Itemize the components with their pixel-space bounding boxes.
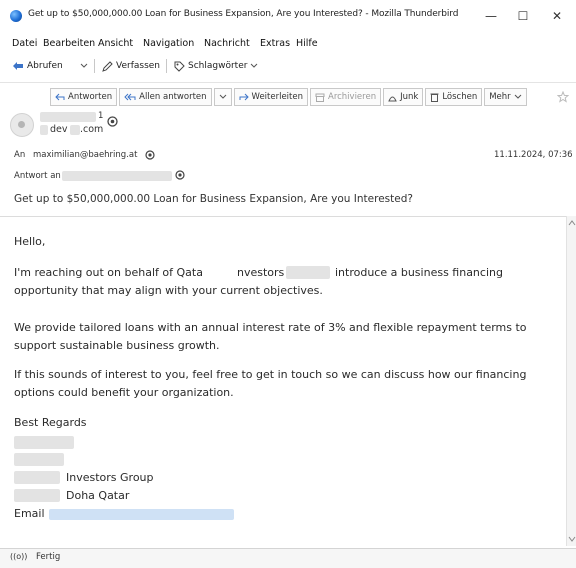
paragraph-1-line-1c: introduce a business financing bbox=[335, 266, 503, 279]
signature-group: Investors Group bbox=[66, 471, 154, 484]
star-icon[interactable] bbox=[557, 91, 569, 103]
forward-icon bbox=[239, 93, 249, 101]
reply-to-contact-icon[interactable] bbox=[175, 170, 185, 180]
antworten-label: Antworten bbox=[68, 92, 113, 102]
message-subject: Get up to $50,000,000.00 Loan for Busine… bbox=[14, 193, 413, 205]
verfassen-label: Verfassen bbox=[116, 61, 160, 71]
signature-location: Doha Qatar bbox=[66, 489, 130, 502]
reply-to-label: Antwort an bbox=[14, 171, 61, 181]
redacted-sender-name bbox=[40, 112, 96, 122]
chevron-down-icon bbox=[219, 94, 226, 99]
sender-contact-icon[interactable] bbox=[107, 116, 118, 127]
menu-navigation[interactable]: Navigation bbox=[143, 38, 194, 49]
pencil-icon bbox=[102, 60, 113, 72]
status-bar bbox=[0, 548, 576, 568]
signoff: Best Regards bbox=[14, 416, 87, 429]
loeschen-label: Löschen bbox=[442, 92, 478, 102]
paragraph-3-line-2: options could benefit your organization. bbox=[14, 386, 234, 399]
scroll-down-icon[interactable] bbox=[568, 536, 576, 542]
verfassen-button[interactable]: Verfassen bbox=[102, 58, 160, 74]
archivieren-label: Archivieren bbox=[328, 92, 377, 102]
archivieren-button[interactable]: Archivieren bbox=[310, 88, 382, 106]
paragraph-1-line-1b: nvestors bbox=[237, 266, 285, 279]
schlagwoerter-label: Schlagwörter bbox=[188, 61, 248, 71]
paragraph-1-line-1a: I'm reaching out on behalf of Qata bbox=[14, 266, 203, 279]
to-label: An bbox=[14, 150, 26, 160]
menu-datei[interactable]: Datei bbox=[12, 38, 37, 49]
redacted-reply-to bbox=[62, 171, 172, 181]
window-title: Get up to $50,000,000.00 Loan for Busine… bbox=[28, 9, 459, 19]
allen-antworten-button[interactable]: Allen antworten bbox=[119, 88, 212, 106]
paragraph-2-line-2: support sustainable business growth. bbox=[14, 339, 220, 352]
junk-label: Junk bbox=[400, 92, 419, 102]
toolbar-separator bbox=[94, 59, 95, 73]
chevron-down-icon bbox=[251, 63, 258, 68]
allen-antworten-label: Allen antworten bbox=[139, 92, 207, 102]
greeting: Hello, bbox=[14, 235, 46, 248]
to-value[interactable]: maximilian@baehring.at bbox=[33, 150, 137, 160]
signature-email-label: Email bbox=[14, 507, 45, 520]
redacted-sender-prefix bbox=[40, 125, 48, 135]
archive-icon bbox=[315, 93, 325, 102]
recipient-contact-icon[interactable] bbox=[145, 150, 155, 160]
abrufen-dropdown[interactable] bbox=[80, 58, 88, 74]
maximize-button[interactable]: ☐ bbox=[508, 6, 538, 26]
schlagwoerter-button[interactable]: Schlagwörter bbox=[174, 58, 258, 74]
chevron-down-icon bbox=[80, 63, 88, 68]
menu-ansicht[interactable]: Ansicht bbox=[98, 38, 133, 49]
redacted-text bbox=[286, 266, 330, 279]
weiterleiten-label: Weiterleiten bbox=[251, 92, 303, 102]
antworten-button[interactable]: Antworten bbox=[50, 88, 118, 106]
message-action-bar: Antworten Allen antworten Weiterleiten A… bbox=[50, 88, 529, 106]
chevron-down-icon bbox=[514, 94, 522, 99]
redacted-sender-domain bbox=[70, 125, 80, 135]
paragraph-1-line-2: opportunity that may align with your cur… bbox=[14, 284, 323, 297]
vertical-scrollbar[interactable] bbox=[566, 216, 576, 546]
redacted-signature-name bbox=[14, 436, 74, 449]
sender-email-tail: .com bbox=[80, 124, 104, 135]
reply-dropdown[interactable] bbox=[213, 88, 232, 106]
abrufen-button[interactable]: Abrufen bbox=[12, 58, 63, 74]
abrufen-label: Abrufen bbox=[27, 61, 63, 71]
toolbar-separator bbox=[166, 59, 167, 73]
sender-avatar bbox=[10, 113, 34, 137]
thunderbird-logo-icon bbox=[10, 10, 22, 22]
menu-bearbeiten[interactable]: Bearbeiten bbox=[43, 38, 95, 49]
redacted-signature-company bbox=[14, 471, 60, 484]
mehr-label: Mehr bbox=[489, 92, 511, 102]
junk-icon bbox=[388, 96, 397, 101]
status-text: Fertig bbox=[36, 552, 61, 562]
minimize-button[interactable]: — bbox=[476, 6, 506, 26]
activity-icon: ((o)) bbox=[10, 552, 28, 561]
reply-all-icon bbox=[124, 93, 136, 101]
scroll-up-icon[interactable] bbox=[568, 220, 576, 226]
sender-name-fragment: 1 bbox=[98, 111, 104, 121]
message-date: 11.11.2024, 07:36 bbox=[494, 150, 573, 160]
tag-icon bbox=[174, 61, 185, 72]
trash-icon bbox=[430, 93, 439, 102]
junk-button[interactable]: Junk bbox=[383, 88, 424, 106]
weiterleiten-button[interactable]: Weiterleiten bbox=[233, 88, 308, 106]
close-button[interactable]: ✕ bbox=[542, 6, 572, 26]
redacted-signature-address bbox=[14, 489, 60, 502]
redacted-signature-line bbox=[14, 453, 64, 466]
mehr-button[interactable]: Mehr bbox=[484, 88, 527, 106]
menu-hilfe[interactable]: Hilfe bbox=[296, 38, 318, 49]
paragraph-2-line-1: We provide tailored loans with an annual… bbox=[14, 321, 527, 334]
get-mail-icon bbox=[13, 62, 23, 70]
menu-extras[interactable]: Extras bbox=[260, 38, 290, 49]
sender-email-fragment: dev bbox=[50, 124, 68, 135]
loeschen-button[interactable]: Löschen bbox=[425, 88, 483, 106]
paragraph-3-line-1: If this sounds of interest to you, feel … bbox=[14, 368, 527, 381]
redacted-email-link[interactable] bbox=[49, 509, 234, 520]
menu-nachricht[interactable]: Nachricht bbox=[204, 38, 250, 49]
reply-icon bbox=[55, 93, 65, 101]
